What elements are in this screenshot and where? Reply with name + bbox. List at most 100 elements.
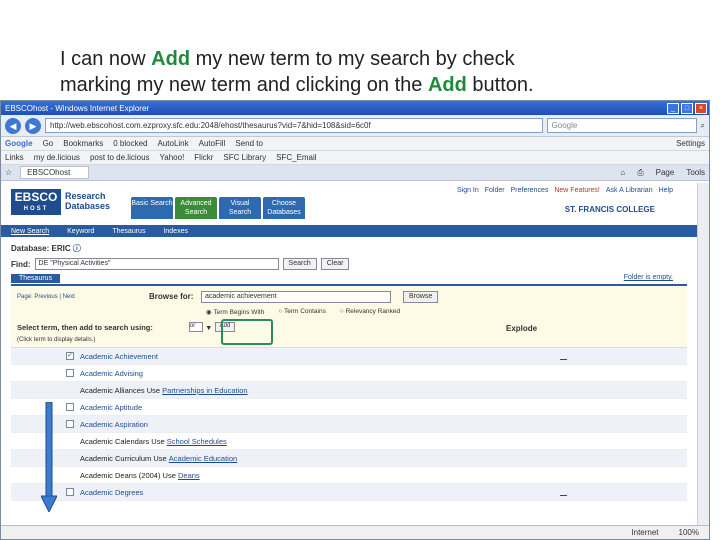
- use-term-link[interactable]: Deans: [178, 471, 200, 480]
- caption-text: my new term to my search by check: [190, 48, 515, 70]
- toolbar-item[interactable]: Google: [5, 139, 33, 148]
- vertical-scrollbar[interactable]: [697, 183, 709, 527]
- link-item[interactable]: SFC_Email: [276, 153, 316, 162]
- tab-choose-databases[interactable]: Choose Databases: [263, 197, 305, 219]
- new-search-link[interactable]: New Search: [11, 228, 49, 235]
- boolean-select[interactable]: or: [188, 322, 203, 332]
- thesaurus-link[interactable]: Thesaurus: [112, 228, 145, 235]
- database-label: Database:: [11, 244, 50, 253]
- use-term-link[interactable]: Academic Education: [169, 454, 237, 463]
- toolbar-item[interactable]: Go: [43, 139, 54, 148]
- term-checkbox[interactable]: [66, 403, 74, 411]
- browse-button[interactable]: Browse: [403, 291, 439, 303]
- toolbar-item[interactable]: 0 blocked: [113, 139, 147, 148]
- find-input[interactable]: DE "Physical Activities": [34, 258, 279, 270]
- term-label: Academic Curriculum Use: [80, 453, 167, 463]
- top-links: Sign In Folder Preferences New Features!…: [457, 187, 673, 194]
- minimize-button[interactable]: _: [667, 102, 679, 114]
- term-checkbox[interactable]: [66, 369, 74, 377]
- slide-caption: I can now Add my new term to my search b…: [60, 46, 700, 98]
- home-icon[interactable]: ⌂: [620, 168, 625, 178]
- tab-advanced-search[interactable]: Advanced Search: [175, 197, 217, 219]
- keyword-link[interactable]: Keyword: [67, 228, 94, 235]
- browse-options: ◉ Term Begins With ○ Term Contains ○ Rel…: [206, 308, 400, 316]
- page-menu[interactable]: Page: [656, 168, 675, 178]
- term-checkbox[interactable]: [66, 488, 74, 496]
- search-button[interactable]: Search: [282, 258, 317, 270]
- tab-basic-search[interactable]: Basic Search: [131, 197, 173, 219]
- college-logo: ST. FRANCIS COLLEGE: [564, 205, 655, 214]
- term-label: Academic Calendars Use: [80, 436, 165, 446]
- preferences-link[interactable]: Preferences: [511, 187, 549, 194]
- toolbar-item[interactable]: Settings: [676, 139, 705, 148]
- select-label: Select term, then add to search using:: [17, 322, 153, 332]
- ask-librarian-link[interactable]: Ask A Librarian: [606, 187, 653, 194]
- term-link[interactable]: Academic Aptitude: [80, 403, 142, 412]
- radio-term-contains[interactable]: ○ Term Contains: [278, 308, 326, 316]
- search-icon[interactable]: ⌕: [701, 121, 705, 131]
- help-link[interactable]: Help: [659, 187, 673, 194]
- database-row: Database: ERIC ⓘ: [1, 237, 697, 254]
- forward-icon[interactable]: ▶: [25, 117, 41, 134]
- explode-checkbox[interactable]: [560, 353, 567, 360]
- term-link[interactable]: Academic Advising: [80, 369, 143, 378]
- list-item: Academic Degrees: [11, 484, 687, 501]
- toolbar-item[interactable]: AutoFill: [199, 139, 226, 148]
- maximize-button[interactable]: □: [681, 102, 693, 114]
- sign-in-link[interactable]: Sign In: [457, 187, 479, 194]
- chevron-down-icon[interactable]: ▾: [207, 323, 211, 332]
- zoom-level[interactable]: 100%: [679, 528, 699, 537]
- address-bar: ◀ ▶ http://web.ebscohost.com.ezproxy.sfc…: [1, 115, 709, 137]
- explode-header: Explode: [506, 324, 538, 333]
- folder-link[interactable]: Folder: [485, 187, 505, 194]
- folder-empty-link[interactable]: Folder is empty.: [624, 274, 673, 281]
- term-link[interactable]: Academic Achievement: [80, 352, 158, 361]
- database-value: ERIC: [51, 244, 71, 253]
- product-name: Research Databases: [65, 191, 110, 211]
- add-highlight-box: [221, 319, 273, 345]
- thesaurus-tab[interactable]: Thesaurus: [11, 274, 61, 283]
- product-line: Databases: [65, 201, 111, 211]
- clear-button[interactable]: Clear: [320, 258, 350, 270]
- new-features-link[interactable]: New Features!: [554, 187, 600, 194]
- browse-input[interactable]: academic achievement: [201, 291, 391, 303]
- use-term-link[interactable]: Partnerships in Education: [162, 386, 247, 395]
- tools-menu[interactable]: Tools: [686, 168, 705, 178]
- back-icon[interactable]: ◀: [5, 117, 21, 134]
- url-field[interactable]: http://web.ebscohost.com.ezproxy.sfc.edu…: [45, 118, 543, 133]
- link-item[interactable]: SFC Library: [223, 153, 266, 162]
- tab-visual-search[interactable]: Visual Search: [219, 197, 261, 219]
- google-toolbar: Google Go Bookmarks 0 blocked AutoLink A…: [1, 137, 709, 151]
- list-item: Academic Alliances Use Partnerships in E…: [11, 382, 687, 399]
- favorites-star-icon[interactable]: ☆: [5, 168, 12, 177]
- close-button[interactable]: ×: [695, 102, 707, 114]
- print-icon[interactable]: ⎙: [637, 168, 643, 178]
- indexes-link[interactable]: Indexes: [163, 228, 188, 235]
- term-link[interactable]: Academic Aspiration: [80, 420, 148, 429]
- find-label: Find:: [11, 259, 31, 269]
- list-item: Academic Aspiration: [11, 416, 687, 433]
- radio-relevancy[interactable]: ○ Relevancy Ranked: [340, 308, 400, 316]
- list-item: Academic Advising: [11, 365, 687, 382]
- tab-ebscohost[interactable]: EBSCOhost: [20, 166, 90, 179]
- toolbar-item[interactable]: Send to: [235, 139, 263, 148]
- pagination[interactable]: Page: Previous | Next: [17, 294, 75, 300]
- toolbar-item[interactable]: Bookmarks: [63, 139, 103, 148]
- link-item[interactable]: Yahoo!: [160, 153, 185, 162]
- link-item[interactable]: post to de.licious: [90, 153, 150, 162]
- link-item[interactable]: my de.licious: [34, 153, 80, 162]
- links-bar: Links my de.licious post to de.licious Y…: [1, 151, 709, 165]
- select-row: Select term, then add to search using: o…: [17, 322, 236, 332]
- term-checkbox[interactable]: ✓: [66, 352, 74, 360]
- radio-term-begins[interactable]: ◉ Term Begins With: [206, 308, 264, 316]
- logo-text: EBSCO: [14, 190, 58, 204]
- term-checkbox[interactable]: [66, 420, 74, 428]
- use-term-link[interactable]: School Schedules: [167, 437, 227, 446]
- info-icon[interactable]: ⓘ: [73, 244, 81, 253]
- term-link[interactable]: Academic Degrees: [80, 488, 143, 497]
- link-item[interactable]: Flickr: [194, 153, 213, 162]
- search-input[interactable]: Google: [546, 118, 697, 133]
- explode-checkbox[interactable]: [560, 489, 567, 496]
- toolbar-item[interactable]: AutoLink: [158, 139, 189, 148]
- page-content: EBSCO HOST Research Databases Basic Search…: [1, 183, 697, 527]
